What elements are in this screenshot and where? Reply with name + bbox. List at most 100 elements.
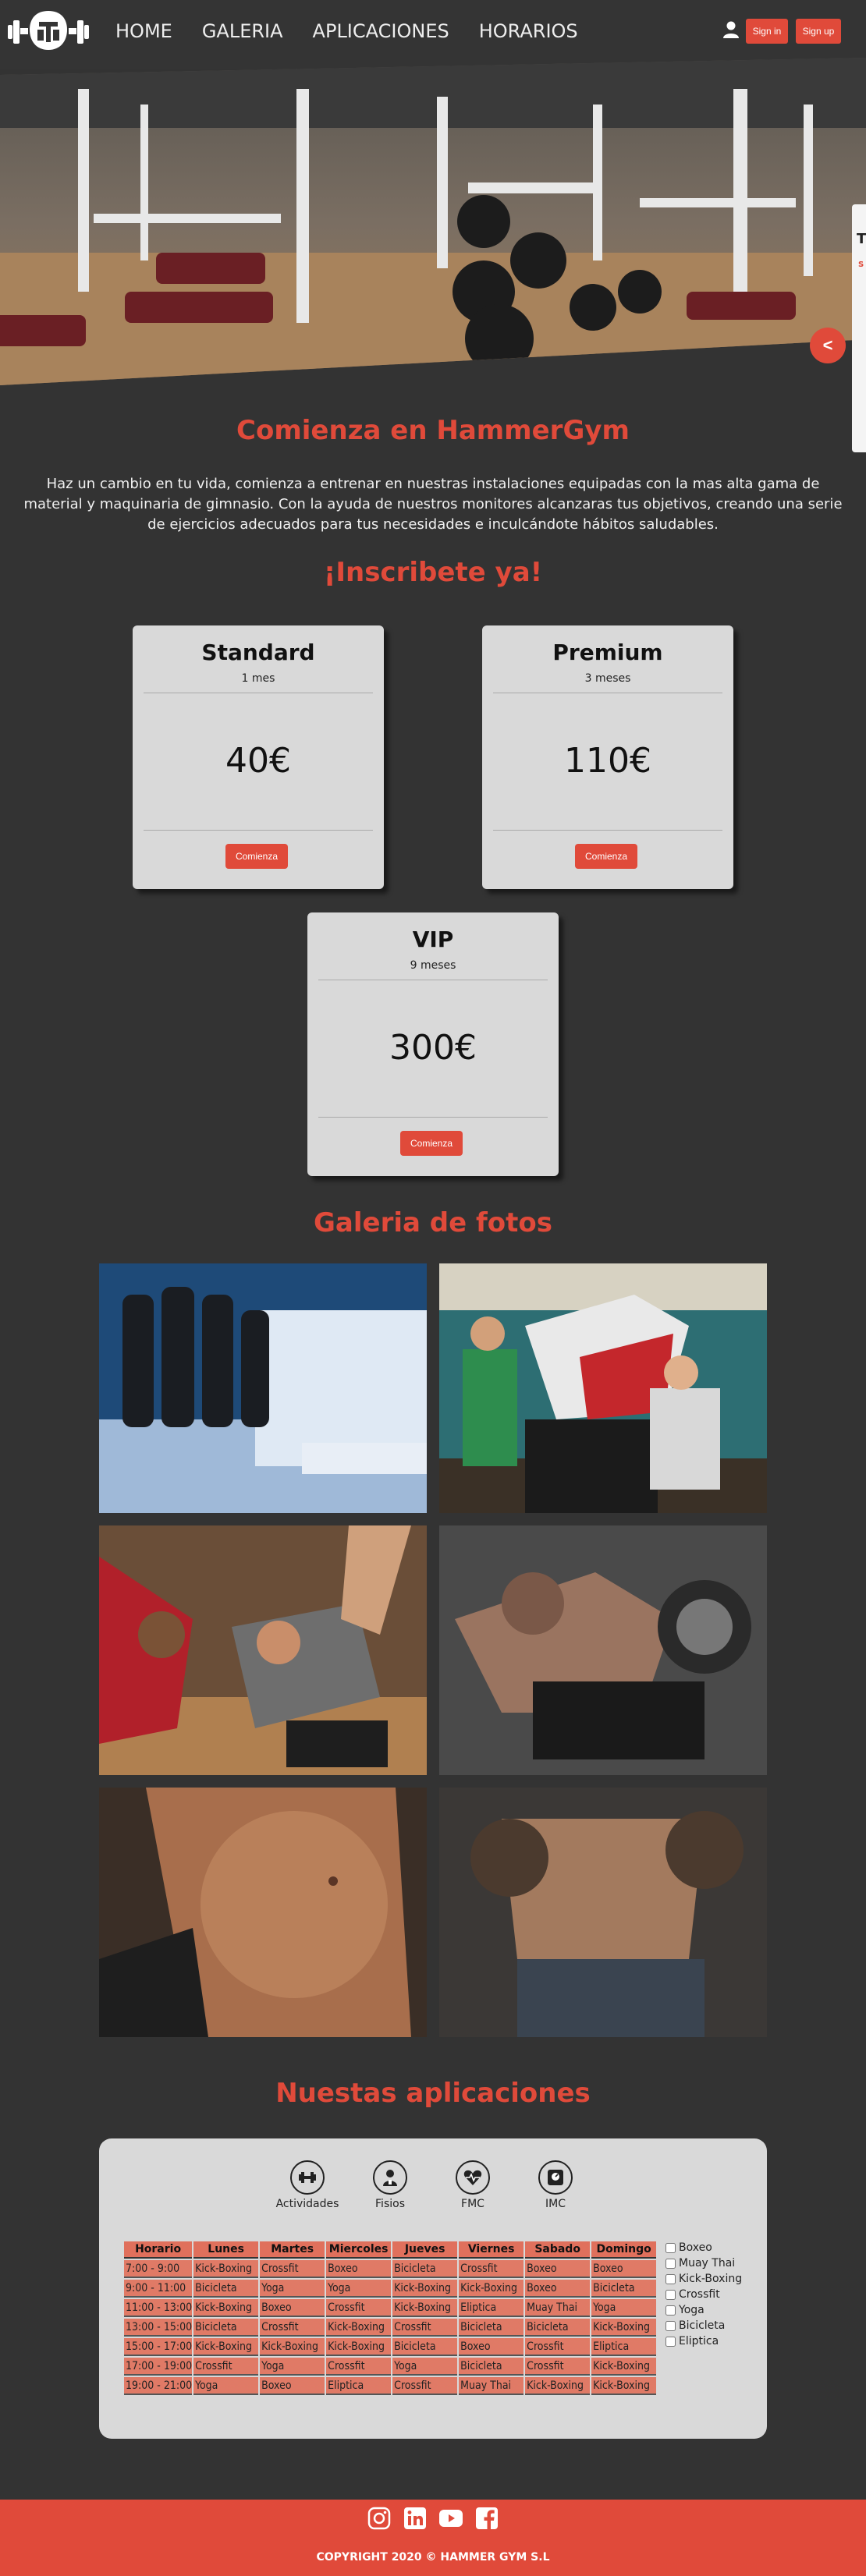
plan-start-button[interactable]: Comienza: [575, 844, 637, 869]
plan-start-button[interactable]: Comienza: [225, 844, 288, 869]
app-actividades[interactable]: Actividades: [270, 2160, 345, 2210]
filter-kick-boxing[interactable]: Kick-Boxing: [665, 2271, 742, 2287]
filter-crossfit[interactable]: Crossfit: [665, 2287, 742, 2302]
schedule-header: Domingo: [591, 2241, 657, 2259]
filter-checkbox[interactable]: [665, 2289, 676, 2300]
main-nav: HOME GALERIA APLICACIONES HORARIOS: [115, 20, 578, 42]
plan-name: VIP: [412, 927, 454, 952]
table-cell: 7:00 - 9:00: [124, 2260, 193, 2278]
filter-boxeo[interactable]: Boxeo: [665, 2240, 742, 2255]
nav-aplicaciones[interactable]: APLICACIONES: [313, 20, 449, 42]
table-cell: Muay Thai: [525, 2299, 591, 2317]
plan-name: Premium: [552, 640, 663, 665]
plan-name: Standard: [201, 640, 315, 665]
table-cell: Kick-Boxing: [459, 2280, 524, 2298]
table-cell: Boxeo: [525, 2260, 591, 2278]
schedule-header: Miercoles: [326, 2241, 392, 2259]
table-row: 9:00 - 11:00 Bicicleta Yoga Yoga Kick-Bo…: [124, 2280, 657, 2298]
schedule-header: Martes: [260, 2241, 325, 2259]
hero-gym-image: [0, 58, 866, 385]
facebook-icon[interactable]: [474, 2506, 499, 2531]
user-icon[interactable]: [722, 20, 740, 39]
table-cell: Boxeo: [260, 2299, 325, 2317]
table-cell: Boxeo: [591, 2260, 657, 2278]
table-cell: Crossfit: [326, 2358, 392, 2376]
gallery-photo-stretching[interactable]: [99, 1525, 427, 1775]
apps-panel: Actividades Fisios FMC IMC Horario Lunes…: [99, 2138, 767, 2439]
plan-duration: 1 mes: [241, 672, 275, 685]
table-cell: Kick-Boxing: [326, 2338, 392, 2356]
filter-bicicleta[interactable]: Bicicleta: [665, 2318, 742, 2333]
sign-in-button[interactable]: Sign in: [746, 19, 788, 44]
table-row: 19:00 - 21:00 Yoga Boxeo Eliptica Crossf…: [124, 2377, 657, 2395]
table-cell: Crossfit: [392, 2319, 458, 2337]
table-cell: Boxeo: [260, 2377, 325, 2395]
table-cell: 19:00 - 21:00: [124, 2377, 193, 2395]
gallery-photo-kettlebell[interactable]: [439, 1525, 767, 1775]
filter-muay-thai[interactable]: Muay Thai: [665, 2255, 742, 2271]
table-cell: Crossfit: [525, 2358, 591, 2376]
table-cell: Bicicleta: [392, 2260, 458, 2278]
divider: [318, 1117, 548, 1118]
plan-card-standard: Standard 1 mes 40€ Comienza: [133, 625, 384, 889]
plan-duration: 9 meses: [410, 959, 456, 972]
filter-checkbox[interactable]: [665, 2305, 676, 2316]
table-cell: 11:00 - 13:00: [124, 2299, 193, 2317]
table-cell: Crossfit: [260, 2260, 325, 2278]
plan-card-premium: Premium 3 meses 110€ Comienza: [482, 625, 733, 889]
app-fmc[interactable]: FMC: [435, 2160, 510, 2210]
intro-title: Comienza en HammerGym: [236, 415, 630, 446]
gallery-photo-class-training[interactable]: [439, 1263, 767, 1513]
heart-rate-icon: [456, 2160, 490, 2195]
schedule-header: Lunes: [193, 2241, 259, 2259]
app-imc[interactable]: IMC: [518, 2160, 593, 2210]
filter-checkbox[interactable]: [665, 2242, 676, 2253]
linkedin-icon[interactable]: [403, 2506, 428, 2531]
filter-checkbox[interactable]: [665, 2258, 676, 2269]
filter-checkbox[interactable]: [665, 2320, 676, 2331]
instagram-icon[interactable]: [367, 2506, 392, 2531]
plan-card-vip: VIP 9 meses 300€ Comienza: [307, 912, 559, 1176]
filter-eliptica[interactable]: Eliptica: [665, 2333, 742, 2349]
table-cell: Kick-Boxing: [525, 2377, 591, 2395]
side-panel-subtitle: S: [858, 260, 864, 269]
hammergym-logo-icon[interactable]: [5, 8, 92, 53]
table-cell: 17:00 - 19:00: [124, 2358, 193, 2376]
app-fisios[interactable]: Fisios: [353, 2160, 428, 2210]
table-cell: Yoga: [326, 2280, 392, 2298]
gallery-photo-boxer[interactable]: [439, 1788, 767, 2037]
youtube-icon[interactable]: [438, 2506, 463, 2531]
schedule-header: Horario: [124, 2241, 193, 2259]
share-button[interactable]: <: [810, 328, 846, 363]
table-cell: Crossfit: [326, 2299, 392, 2317]
table-cell: Kick-Boxing: [193, 2260, 259, 2278]
table-row: 15:00 - 17:00 Kick-Boxing Kick-Boxing Ki…: [124, 2338, 657, 2356]
table-cell: Kick-Boxing: [193, 2299, 259, 2317]
table-cell: Bicicleta: [193, 2319, 259, 2337]
filter-yoga[interactable]: Yoga: [665, 2302, 742, 2318]
gallery-photo-dumbbells[interactable]: [99, 1263, 427, 1513]
filter-checkbox[interactable]: [665, 2336, 676, 2347]
nav-horarios[interactable]: HORARIOS: [479, 20, 578, 42]
schedule-table: Horario Lunes Martes Miercoles Jueves Vi…: [122, 2240, 658, 2397]
nav-home[interactable]: HOME: [115, 20, 172, 42]
table-cell: Bicicleta: [459, 2319, 524, 2337]
table-cell: Crossfit: [392, 2377, 458, 2395]
side-panel-title: T: [857, 231, 866, 247]
app-label: FMC: [461, 2198, 484, 2210]
table-cell: Crossfit: [459, 2260, 524, 2278]
plan-price: 300€: [389, 1028, 477, 1068]
plan-price: 110€: [564, 741, 651, 781]
filter-label: Yoga: [679, 2304, 705, 2316]
table-row: 7:00 - 9:00 Kick-Boxing Crossfit Boxeo B…: [124, 2260, 657, 2278]
plans-title: ¡Inscribete ya!: [323, 557, 543, 588]
filter-checkbox[interactable]: [665, 2273, 676, 2284]
table-cell: Crossfit: [193, 2358, 259, 2376]
table-cell: Yoga: [260, 2280, 325, 2298]
table-cell: Yoga: [591, 2299, 657, 2317]
plan-start-button[interactable]: Comienza: [400, 1131, 463, 1156]
gallery-photo-torso[interactable]: [99, 1788, 427, 2037]
plan-duration: 3 meses: [584, 672, 631, 685]
sign-up-button[interactable]: Sign up: [796, 19, 841, 44]
nav-galeria[interactable]: GALERIA: [202, 20, 283, 42]
